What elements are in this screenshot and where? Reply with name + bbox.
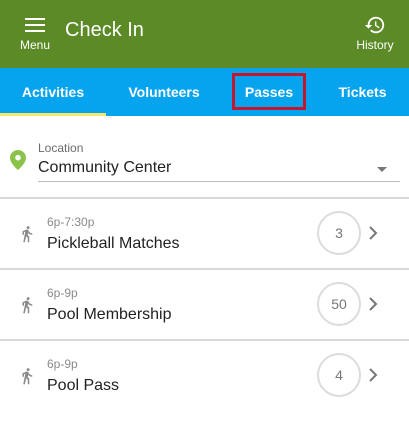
tab-passes-highlight	[232, 73, 306, 110]
map-pin-icon	[10, 150, 26, 170]
activity-time: 6p-9p	[47, 357, 78, 371]
runner-icon	[22, 226, 33, 243]
runner-icon	[22, 368, 33, 385]
chevron-right-icon	[369, 368, 378, 382]
dropdown-arrow-icon[interactable]	[377, 167, 387, 172]
tab-activities[interactable]: Activities	[0, 68, 106, 116]
menu-label: Menu	[19, 38, 51, 52]
checkin-count-badge: 50	[317, 282, 361, 326]
history-icon	[364, 16, 385, 34]
tab-tickets[interactable]: Tickets	[316, 68, 409, 116]
checkin-count-badge: 4	[317, 353, 361, 397]
location-underline	[38, 181, 400, 182]
checkin-count-badge: 3	[317, 211, 361, 255]
activity-time: 6p-9p	[47, 286, 78, 300]
activity-row[interactable]: 6p-9p Pool Membership 50	[0, 270, 409, 340]
app-bar: Menu Check In History	[0, 0, 409, 68]
location-selector[interactable]	[0, 116, 409, 198]
activity-row[interactable]: 6p-7:30p Pickleball Matches 3	[0, 199, 409, 269]
activity-name: Pool Pass	[47, 377, 120, 394]
tab-volunteers[interactable]: Volunteers	[106, 68, 222, 116]
location-value[interactable]: Community Center	[38, 159, 171, 177]
tab-bar: Activities Volunteers Passes Tickets	[0, 68, 409, 116]
activity-row[interactable]: 6p-9p Pool Pass 4	[0, 341, 409, 411]
page-title: Check In	[65, 19, 144, 41]
activity-time: 6p-7:30p	[47, 215, 95, 229]
hamburger-icon	[25, 18, 45, 32]
activity-name: Pool Membership	[47, 306, 172, 323]
chevron-right-icon	[369, 297, 378, 311]
location-label: Location	[38, 141, 84, 155]
chevron-right-icon	[369, 226, 378, 240]
history-label: History	[356, 38, 394, 52]
activity-name: Pickleball Matches	[47, 235, 180, 252]
runner-icon	[22, 297, 33, 314]
menu-button[interactable]: Menu	[14, 16, 56, 56]
history-button[interactable]: History	[350, 14, 400, 54]
